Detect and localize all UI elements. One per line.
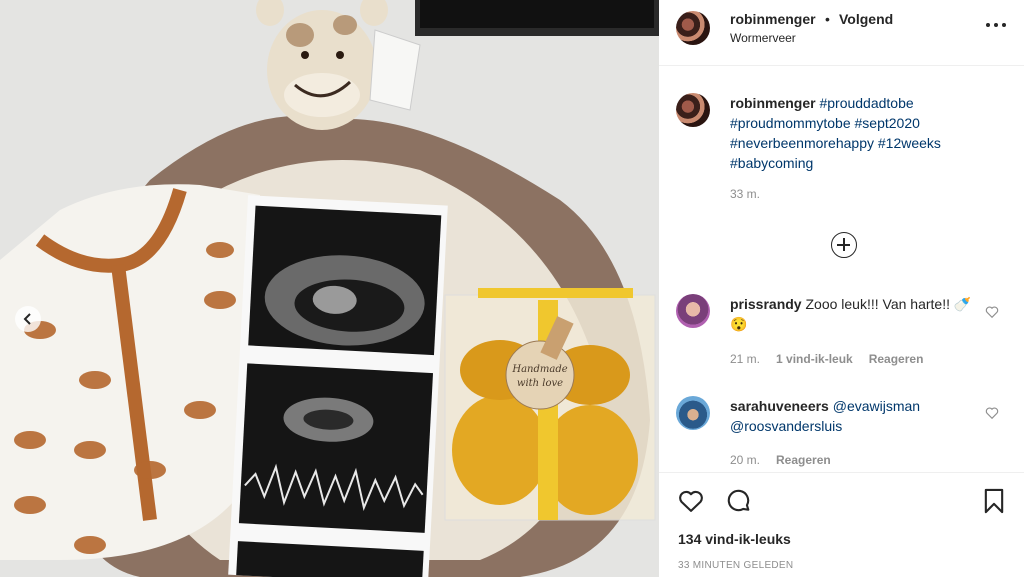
comment-reply-button[interactable]: Reageren — [869, 352, 924, 366]
hashtag-link[interactable]: #babycoming — [730, 155, 813, 171]
mention-link[interactable]: @evawijsman — [833, 398, 920, 414]
comment-bubble-icon[interactable] — [725, 487, 753, 515]
caption-avatar[interactable] — [676, 93, 710, 127]
location-link[interactable]: Wormerveer — [730, 31, 796, 45]
header-username[interactable]: robinmenger — [730, 11, 816, 27]
post-header: robinmenger • Volgend Wormerveer — [659, 0, 1024, 66]
comment-meta: 21 m. 1 vind-ik-leuk Reageren — [730, 352, 923, 366]
hashtag-link[interactable]: #proudmommytobe — [730, 115, 851, 131]
hashtag-link[interactable]: #sept2020 — [855, 115, 920, 131]
post-side-panel: robinmenger • Volgend Wormerveer robinme… — [659, 0, 1024, 577]
post-timestamp[interactable]: 33 MINUTEN GELEDEN — [678, 560, 793, 571]
carousel-prev-button[interactable] — [15, 306, 41, 332]
hashtag-link[interactable]: #12weeks — [878, 135, 941, 151]
comment-item: sarahuveneers @evawijsman @roosvanderslu… — [730, 396, 975, 436]
likes-count[interactable]: 134 vind-ik-leuks — [678, 531, 791, 547]
comment-likes-count[interactable]: 1 vind-ik-leuk — [776, 352, 853, 366]
comment-username[interactable]: sarahuveneers — [730, 398, 829, 414]
load-more-comments-button[interactable] — [831, 232, 857, 258]
comment-timestamp[interactable]: 21 m. — [730, 352, 760, 366]
mention-link[interactable]: @roosvandersluis — [730, 418, 842, 434]
caption-username[interactable]: robinmenger — [730, 95, 816, 111]
comment-item: prissrandy Zooo leuk!!! Van harte!! 🍼😯 — [730, 294, 975, 334]
post-photo: Handmade with love — [0, 0, 659, 577]
tag-text-line1: Handmade — [511, 364, 567, 375]
separator-dot: • — [825, 11, 830, 27]
commenter-avatar[interactable] — [676, 294, 710, 328]
like-heart-icon[interactable] — [677, 487, 705, 515]
comment-username[interactable]: prissrandy — [730, 296, 802, 312]
chevron-left-icon — [23, 313, 31, 325]
post-caption: robinmenger #prouddadtobe #proudmommytob… — [730, 93, 990, 173]
commenter-avatar[interactable] — [676, 396, 710, 430]
comment-timestamp[interactable]: 20 m. — [730, 453, 760, 467]
following-button[interactable]: Volgend — [839, 11, 893, 27]
hashtag-link[interactable]: #prouddadtobe — [819, 95, 913, 111]
comment-like-heart-icon[interactable] — [985, 406, 999, 420]
post-photo-illustration: Handmade with love — [0, 0, 659, 577]
comment-like-heart-icon[interactable] — [985, 305, 999, 319]
bookmark-icon[interactable] — [980, 487, 1008, 515]
comment-meta: 20 m. Reageren — [730, 453, 831, 467]
hashtag-link[interactable]: #neverbeenmorehappy — [730, 135, 874, 151]
post-actions: 134 vind-ik-leuks 33 MINUTEN GELEDEN — [659, 472, 1024, 577]
caption-timestamp[interactable]: 33 m. — [730, 187, 760, 201]
avatar[interactable] — [676, 11, 710, 45]
tag-text-line2: with love — [517, 378, 563, 389]
comment-reply-button[interactable]: Reageren — [776, 453, 831, 467]
more-options-icon[interactable] — [986, 17, 1006, 33]
